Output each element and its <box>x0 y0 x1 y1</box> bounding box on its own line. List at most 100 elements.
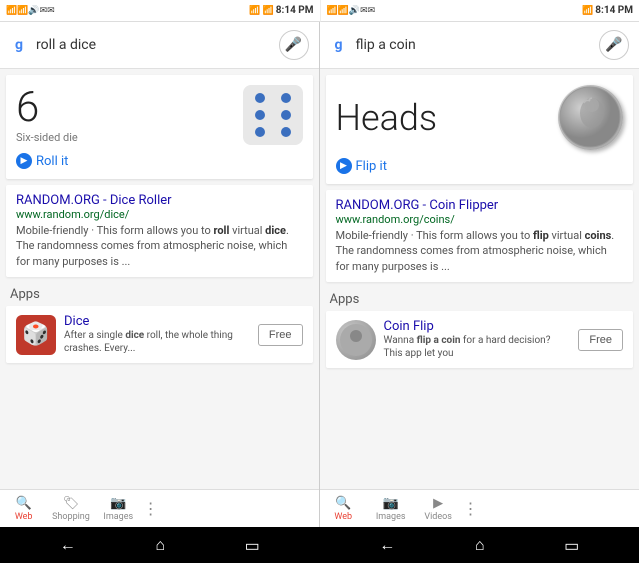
coin-result-snippet: Mobile-friendly · This form allows you t… <box>336 228 624 274</box>
coin-app-card: Coin Flip Wanna flip a coin for a hard d… <box>326 311 634 368</box>
dice-result-snippet: Mobile-friendly · This form allows you t… <box>16 223 303 269</box>
videos-label-right: Videos <box>424 512 452 522</box>
coin-app-desc: Wanna flip a coin for a hard decision? T… <box>384 334 571 360</box>
dice-app-name[interactable]: Dice <box>64 314 250 329</box>
search-bar-left: g roll a dice 🎤 <box>0 22 319 69</box>
roll-label: Roll it <box>36 154 68 169</box>
status-bar-right: 📶📶🔊✉✉ 📶 8:14 PM <box>320 0 639 22</box>
content-left: 6 Six-sided die ▶ Roll it <box>0 69 319 489</box>
wifi-icon: 📶 <box>263 6 274 16</box>
dice-result-display: 6 Six-sided die <box>16 85 303 145</box>
coin-url-text: www.random.org/ <box>336 213 424 226</box>
roll-icon: ▶ <box>16 153 32 169</box>
dice-app-card: 🎲 Dice After a single dice roll, the who… <box>6 306 313 363</box>
status-time-right: 8:14 PM <box>595 5 633 16</box>
apps-header-left: Apps <box>0 281 319 304</box>
home-button-left[interactable]: ⌂ <box>155 535 165 555</box>
flip-action-link[interactable]: ▶ Flip it <box>336 158 624 174</box>
web-label-left: Web <box>15 512 33 522</box>
roll-action-link[interactable]: ▶ Roll it <box>16 153 303 169</box>
web-label-right: Web <box>334 512 352 522</box>
dot-2 <box>281 93 291 103</box>
dice-result-url: www.random.org/dice/ <box>16 208 303 221</box>
dot-4 <box>281 110 291 120</box>
dice-url-text: www.random.org/ <box>16 208 104 221</box>
flip-label: Flip it <box>356 159 387 174</box>
wifi-icon-r: 📶 <box>582 6 593 16</box>
nav-more-right[interactable]: ⋮ <box>462 499 479 518</box>
bottom-nav-right: 🔍 Web 📷 Images ▶ Videos ⋮ <box>320 489 639 527</box>
mic-button-left[interactable]: 🎤 <box>279 30 309 60</box>
images-label-right: Images <box>376 512 406 522</box>
dice-free-button[interactable]: Free <box>258 324 303 346</box>
nav-tab-shopping-left[interactable]: 🏷 Shopping <box>47 492 94 526</box>
dot-1 <box>255 93 265 103</box>
google-icon-left: g <box>10 36 28 54</box>
nav-tabs-right: 🔍 Web 📷 Images ▶ Videos ⋮ <box>320 490 480 527</box>
coin-app-name[interactable]: Coin Flip <box>384 319 571 334</box>
shopping-icon-left: 🏷 <box>63 496 80 511</box>
home-button-right[interactable]: ⌂ <box>475 535 485 555</box>
dice-app-icon: 🎲 <box>16 315 56 355</box>
videos-icon-right: ▶ <box>433 496 443 511</box>
search-bar-right: g flip a coin 🎤 <box>320 22 639 69</box>
coin-visual <box>558 85 623 150</box>
dice-url-path: dice/ <box>104 208 129 221</box>
coin-text: Heads <box>336 97 438 139</box>
web-icon-right: 🔍 <box>335 496 351 511</box>
dot-3 <box>255 110 265 120</box>
images-label-left: Images <box>103 512 133 522</box>
dice-visual <box>243 85 303 145</box>
images-icon-right: 📷 <box>383 496 399 511</box>
recent-button-left[interactable]: ▭ <box>245 536 260 555</box>
sys-bar-left: ← ⌂ ▭ <box>0 535 320 555</box>
dice-label: Six-sided die <box>16 131 78 144</box>
dice-result-card: 6 Six-sided die ▶ Roll it <box>6 75 313 179</box>
mic-button-right[interactable]: 🎤 <box>599 30 629 60</box>
screen-left: g roll a dice 🎤 6 Six-sided die <box>0 22 320 527</box>
nav-tabs-left: 🔍 Web 🏷 Shopping 📷 Images ⋮ <box>0 490 159 527</box>
back-button-left[interactable]: ← <box>60 535 76 555</box>
coin-result-title[interactable]: RANDOM.ORG - Coin Flipper <box>336 198 624 213</box>
nav-tab-images-right[interactable]: 📷 Images <box>367 492 414 526</box>
coin-result-url: www.random.org/coins/ <box>336 213 624 226</box>
system-bar: ← ⌂ ▭ ← ⌂ ▭ <box>0 527 639 563</box>
back-button-right[interactable]: ← <box>379 535 395 555</box>
dice-number: 6 <box>16 87 78 129</box>
search-query-left[interactable]: roll a dice <box>36 37 271 53</box>
nav-tab-web-left[interactable]: 🔍 Web <box>0 492 47 526</box>
nav-tab-images-left[interactable]: 📷 Images <box>95 492 142 526</box>
dice-app-desc: After a single dice roll, the whole thin… <box>64 329 250 355</box>
recent-button-right[interactable]: ▭ <box>564 536 579 555</box>
images-icon-left: 📷 <box>110 496 126 511</box>
content-right: Heads <box>320 69 639 489</box>
nav-tab-videos-right[interactable]: ▶ Videos <box>414 492 461 526</box>
apps-header-right: Apps <box>320 286 639 309</box>
bottom-nav-left: 🔍 Web 🏷 Shopping 📷 Images ⋮ <box>0 489 319 527</box>
status-icons-right: 📶📶🔊✉✉ <box>327 6 376 16</box>
shopping-label-left: Shopping <box>52 512 90 522</box>
screen-right: g flip a coin 🎤 Heads <box>320 22 639 527</box>
coin-app-icon <box>336 320 376 360</box>
google-icon-right: g <box>330 36 348 54</box>
search-query-right[interactable]: flip a coin <box>356 37 592 53</box>
coin-result-display: Heads <box>336 85 624 150</box>
coin-result-card: Heads <box>326 75 634 184</box>
coin-free-button[interactable]: Free <box>578 329 623 351</box>
coin-app-info: Coin Flip Wanna flip a coin for a hard d… <box>384 319 571 360</box>
dice-app-info: Dice After a single dice roll, the whole… <box>64 314 250 355</box>
coin-search-result: RANDOM.ORG - Coin Flipper www.random.org… <box>326 190 634 282</box>
web-icon-left: 🔍 <box>16 496 32 511</box>
status-bar-left: 📶📶🔊✉✉ 📶 📶 8:14 PM <box>0 0 320 22</box>
status-icons-left: 📶📶🔊✉✉ <box>6 6 55 16</box>
dot-5 <box>255 127 265 137</box>
signal-icon: 📶 <box>249 6 260 16</box>
sys-bar-right: ← ⌂ ▭ <box>320 535 639 555</box>
dice-search-result: RANDOM.ORG - Dice Roller www.random.org/… <box>6 185 313 277</box>
nav-tab-web-right[interactable]: 🔍 Web <box>320 492 367 526</box>
dot-6 <box>281 127 291 137</box>
coin-svg <box>558 85 623 150</box>
coin-url-path: coins/ <box>424 213 455 226</box>
dice-result-title[interactable]: RANDOM.ORG - Dice Roller <box>16 193 303 208</box>
nav-more-left[interactable]: ⋮ <box>142 499 159 518</box>
